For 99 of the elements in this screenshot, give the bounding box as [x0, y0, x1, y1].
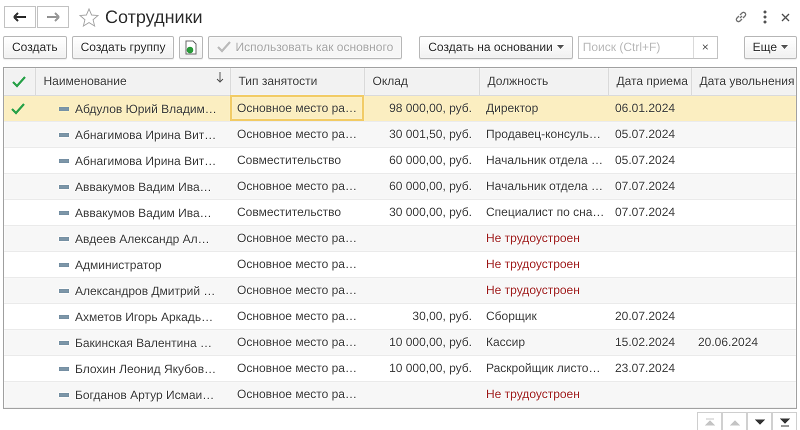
column-header[interactable]: Наименование: [35, 68, 230, 95]
table-cell: Основное место ра…: [230, 355, 364, 381]
create-based-on-button[interactable]: Создать на основании: [419, 36, 573, 58]
close-icon[interactable]: [781, 12, 790, 22]
column-header[interactable]: Дата приема: [608, 68, 691, 95]
item-icon: [59, 263, 69, 267]
table-cell: 06.01.2024: [608, 95, 691, 121]
table-cell: 60 000,00, руб.: [364, 173, 479, 199]
column-header[interactable]: Дата увольнения: [691, 68, 796, 95]
table-cell: 60 000,00, руб.: [364, 147, 479, 173]
arrow-icon: [780, 418, 790, 427]
table-cell: 10 000,00, руб.: [364, 355, 479, 381]
table-cell: Основное место ра…: [230, 381, 364, 407]
table-cell: Основное место ра…: [230, 95, 364, 121]
table-cell: Раскройщик листо…: [479, 355, 608, 381]
export-button[interactable]: [179, 36, 204, 58]
arrow-icon: [754, 418, 764, 427]
table-cell: Начальник отдела …: [479, 147, 608, 173]
item-icon: [59, 237, 69, 241]
table-cell: 30,00, руб.: [364, 303, 479, 329]
link-icon[interactable]: [733, 9, 749, 25]
employee-name: Абнагимова Ирина Вит…: [75, 127, 216, 144]
scroll-last-button[interactable]: [772, 412, 797, 430]
table-cell: 05.07.2024: [608, 121, 691, 147]
employee-name: Бакинская Валентина …: [75, 335, 212, 352]
column-title: Наименование: [44, 73, 127, 90]
table-cell: 20.07.2024: [608, 303, 691, 329]
table-cell: 05.07.2024: [608, 147, 691, 173]
check-icon: [217, 41, 232, 53]
employee-name: Администратор: [75, 257, 162, 274]
employee-name: Аввакумов Вадим Ива…: [75, 205, 212, 222]
toolbar-button[interactable]: Создать группу: [72, 36, 174, 58]
table-cell: 30 000,00, руб.: [364, 199, 479, 225]
item-icon: [59, 107, 69, 111]
employee-name: Абнагимова Ирина Вит…: [75, 153, 216, 170]
table-cell: Основное место ра…: [230, 121, 364, 147]
item-icon: [59, 211, 69, 215]
more-button[interactable]: Еще: [744, 36, 797, 58]
star-icon[interactable]: [79, 8, 99, 26]
item-icon: [59, 159, 69, 163]
sort-arrow-icon: [216, 72, 224, 84]
table-cell: Основное место ра…: [230, 225, 364, 251]
column-header[interactable]: Должность: [479, 68, 608, 95]
arrow-icon: [730, 418, 740, 427]
arrow-icon: [704, 418, 714, 427]
table-cell: Сборщик: [479, 303, 608, 329]
employee-name: Богданов Артур Исмаи…: [75, 387, 214, 404]
item-icon: [59, 289, 69, 293]
item-icon: [59, 393, 69, 397]
spreadsheet-icon: [185, 40, 198, 54]
scroll-down-button[interactable]: [747, 412, 772, 430]
caret-icon: [781, 45, 788, 49]
table-cell: Специалист по сна…: [479, 199, 608, 225]
table-cell: Продавец-консуль…: [479, 121, 608, 147]
table-cell: Совместительство: [230, 147, 364, 173]
check-icon: [12, 76, 26, 88]
item-icon: [59, 367, 69, 371]
item-icon: [59, 185, 69, 189]
table-cell: 23.07.2024: [608, 355, 691, 381]
employee-name: Александров Дмитрий …: [75, 283, 216, 300]
table-cell: 10 000,00, руб.: [364, 329, 479, 355]
column-header[interactable]: Тип занятости: [230, 68, 364, 95]
window-title: Сотрудники: [105, 6, 202, 29]
employee-name: Блохин Леонид Якубов…: [75, 361, 216, 378]
toolbar-button[interactable]: Создать: [3, 36, 67, 58]
back-arrow-icon: [13, 12, 27, 22]
table-cell: Кассир: [479, 329, 608, 355]
employee-name: Абдулов Юрий Владим…: [75, 101, 217, 118]
main-column-header[interactable]: [4, 68, 35, 95]
search-field[interactable]: Поиск (Ctrl+F) ×: [578, 36, 718, 58]
table-cell: Начальник отдела …: [479, 173, 608, 199]
table-cell: Не трудоустроен: [479, 381, 608, 407]
table-cell: Основное место ра…: [230, 277, 364, 303]
table-cell: 07.07.2024: [608, 199, 691, 225]
table-cell: Основное место ра…: [230, 329, 364, 355]
item-icon: [59, 315, 69, 319]
table-cell: 30 001,50, руб.: [364, 121, 479, 147]
table-cell: Основное место ра…: [230, 251, 364, 277]
item-icon: [59, 341, 69, 345]
column-header[interactable]: Оклад: [364, 68, 479, 95]
table-cell: 15.02.2024: [608, 329, 691, 355]
more-icon[interactable]: [763, 10, 767, 24]
forward-arrow-icon: [46, 12, 60, 22]
table-cell: Основное место ра…: [230, 303, 364, 329]
table-cell: Директор: [479, 95, 608, 121]
table-cell: Не трудоустроен: [479, 225, 608, 251]
back-button[interactable]: [4, 6, 36, 28]
table-cell: 20.06.2024: [691, 329, 796, 355]
table-cell: Совместительство: [230, 199, 364, 225]
table-cell: 98 000,00, руб.: [364, 95, 479, 121]
table-cell: Не трудоустроен: [479, 277, 608, 303]
employee-name: Авдеев Александр Ал…: [75, 231, 210, 248]
item-icon: [59, 133, 69, 137]
table-cell: Не трудоустроен: [479, 251, 608, 277]
employee-name: Ахметов Игорь Аркадь…: [75, 309, 214, 326]
table-cell: Основное место ра…: [230, 173, 364, 199]
table-cell: 07.07.2024: [608, 173, 691, 199]
employee-name: Аввакумов Вадим Ива…: [75, 179, 212, 196]
caret-icon: [556, 45, 564, 49]
